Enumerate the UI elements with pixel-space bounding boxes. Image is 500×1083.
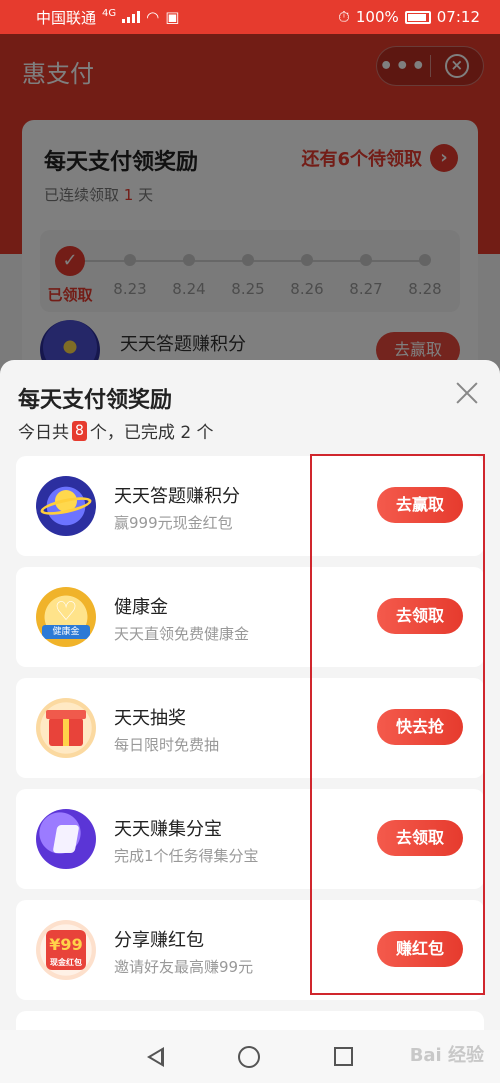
battery-percent: 100% (355, 8, 399, 26)
battery-icon (404, 10, 431, 24)
recent-apps-icon[interactable] (334, 1047, 353, 1066)
back-icon[interactable] (147, 1046, 164, 1067)
red-packet-icon: ¥99 现金红包 (36, 920, 96, 980)
status-bar: 中国联通 4G ◠ ▣ ⏱ 100% 07:12 (0, 0, 500, 34)
task-desc: 邀请好友最高赚99元 (114, 958, 254, 976)
task-desc: 天天直领免费健康金 (114, 625, 250, 643)
sheet-title: 每天支付领奖励 (18, 388, 173, 413)
notification-icon: ▣ (165, 8, 180, 26)
close-sheet-button[interactable] (454, 380, 480, 406)
task-title: 健康金 (114, 597, 168, 618)
carrier-label: 中国联通 (36, 8, 97, 27)
task-item-partial[interactable] (16, 1011, 484, 1030)
health-coin-icon: ♡ 健康金 (36, 587, 96, 647)
task-desc: 赢999元现金红包 (114, 514, 233, 532)
signal-icon (122, 11, 141, 23)
wifi-icon: ◠ (146, 8, 160, 26)
clock: 07:12 (436, 8, 480, 26)
home-icon[interactable] (238, 1045, 260, 1068)
network-label: 4G (102, 7, 117, 19)
task-title: 分享赚红包 (114, 930, 204, 951)
task-title: 天天赚集分宝 (114, 819, 222, 840)
task-desc: 完成1个任务得集分宝 (114, 847, 259, 865)
task-desc: 每日限时免费抽 (114, 736, 220, 754)
annotation-highlight-box (310, 454, 485, 995)
alarm-icon: ⏱ (338, 8, 350, 26)
planet-icon (36, 476, 96, 536)
watermark: Bai 经验 (409, 1045, 484, 1066)
treasure-icon (36, 809, 96, 869)
task-title: 天天抽奖 (114, 708, 186, 729)
task-title: 天天答题赚积分 (114, 486, 240, 507)
gift-box-icon (36, 698, 96, 758)
task-count-badge: 8 (72, 420, 87, 441)
task-summary: 今日共 8 个，已完成 2 个 (18, 420, 214, 443)
